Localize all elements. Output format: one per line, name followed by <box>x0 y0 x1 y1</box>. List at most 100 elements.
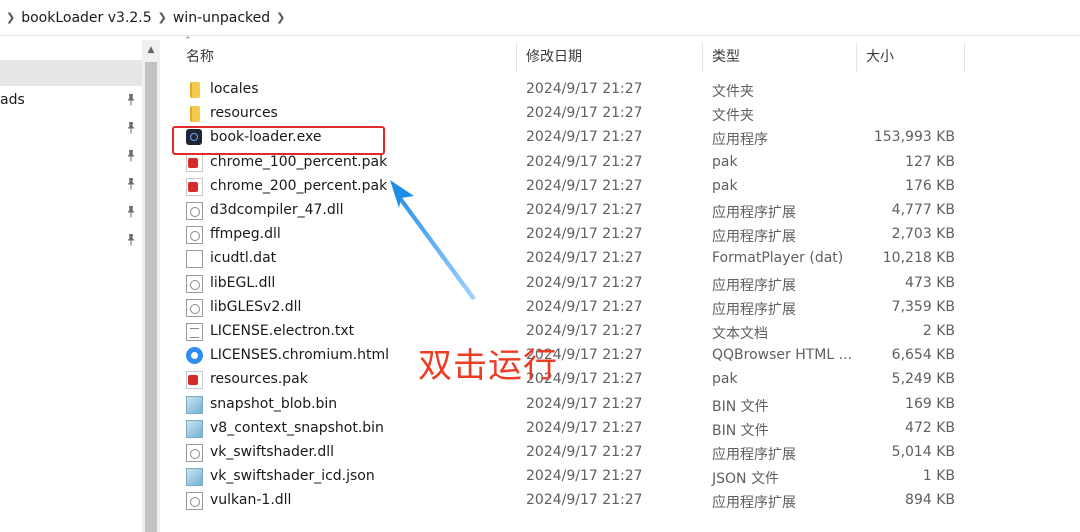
nav-item-pinned[interactable] <box>0 146 142 170</box>
breadcrumb-item[interactable]: bookLoader v3.2.5 <box>21 10 151 26</box>
file-row[interactable]: vk_swiftshader_icd.json 2024/9/17 21:27 JS… <box>160 465 1080 489</box>
annotation-label: 双击运行 <box>418 346 558 386</box>
file-name[interactable]: libGLESv2.dll <box>210 299 301 315</box>
file-name[interactable]: LICENSE.electron.txt <box>210 323 354 339</box>
pin-icon <box>127 94 135 106</box>
file-name[interactable]: libEGL.dll <box>210 275 275 291</box>
dll-icon <box>186 298 203 317</box>
file-name[interactable]: ffmpeg.dll <box>210 226 281 242</box>
file-name[interactable]: chrome_200_percent.pak <box>210 178 387 194</box>
file-type: pak <box>712 371 738 388</box>
scroll-up-arrow-icon[interactable]: ▲ <box>142 42 160 58</box>
file-row[interactable]: LICENSES.chromium.html 2024/9/17 21:27 QQB… <box>160 344 1080 368</box>
column-divider[interactable] <box>964 42 965 72</box>
file-name[interactable]: chrome_100_percent.pak <box>210 154 387 170</box>
sort-ascending-icon: ⌃ <box>184 36 192 46</box>
file-name[interactable]: vulkan-1.dll <box>210 492 291 508</box>
column-divider[interactable] <box>516 42 517 72</box>
file-size: 2,703 KB <box>891 226 955 243</box>
file-size: 2 KB <box>922 323 955 339</box>
file-size: 10,218 KB <box>882 250 955 267</box>
file-type: FormatPlayer (dat) <box>712 250 844 267</box>
file-row[interactable]: v8_context_snapshot.bin 2024/9/17 21:27 BI… <box>160 417 1080 441</box>
file-row[interactable]: libGLESv2.dll 2024/9/17 21:27 应用程序扩展 7,359 … <box>160 296 1080 320</box>
dll-icon <box>186 226 203 245</box>
file-date: 2024/9/17 21:27 <box>526 226 643 243</box>
file-size: 176 KB <box>905 177 955 194</box>
dll-icon <box>186 274 203 293</box>
nav-item-quick-access[interactable]: ads <box>0 90 142 114</box>
file-icon <box>186 250 203 269</box>
nav-item-label: ads <box>0 92 25 108</box>
file-date: 2024/9/17 21:27 <box>526 323 643 339</box>
file-name[interactable]: vk_swiftshader.dll <box>210 444 334 460</box>
column-header-size[interactable]: 大小 <box>866 40 894 74</box>
column-header-type[interactable]: 类型 <box>712 40 740 74</box>
dll-icon <box>186 444 203 462</box>
file-date: 2024/9/17 21:27 <box>526 274 643 291</box>
file-row[interactable]: libEGL.dll 2024/9/17 21:27 应用程序扩展 473 KB <box>160 272 1080 296</box>
pak-icon <box>186 177 203 196</box>
file-size: 6,654 KB <box>891 347 955 364</box>
text-file-icon <box>186 323 203 341</box>
file-type: 应用程序扩展 <box>712 229 796 246</box>
column-header-date[interactable]: 修改日期 <box>526 40 582 74</box>
column-header-row: 名称 修改日期 类型 大小 <box>160 40 1080 74</box>
nav-scrollbar-thumb[interactable] <box>145 62 157 532</box>
file-type: 应用程序扩展 <box>712 205 796 221</box>
file-row[interactable]: chrome_200_percent.pak 2024/9/17 21:27 pak… <box>160 175 1080 199</box>
file-row[interactable]: vk_swiftshader.dll 2024/9/17 21:27 应用程序扩展 5… <box>160 441 1080 465</box>
nav-item-pinned[interactable] <box>0 230 142 254</box>
column-divider[interactable] <box>702 42 703 72</box>
nav-item-selected[interactable] <box>0 60 142 86</box>
file-date: 2024/9/17 21:27 <box>526 492 643 509</box>
file-type: 文件夹 <box>712 84 754 100</box>
chevron-right-icon[interactable]: ❯ <box>158 11 167 24</box>
nav-item-pinned[interactable] <box>0 174 142 198</box>
file-name[interactable]: resources <box>210 105 278 121</box>
file-row[interactable]: vulkan-1.dll 2024/9/17 21:27 应用程序扩展 894 KB <box>160 489 1080 513</box>
file-row[interactable]: snapshot_blob.bin 2024/9/17 21:27 BIN 文件 16… <box>160 393 1080 417</box>
column-divider[interactable] <box>856 42 857 72</box>
file-name[interactable]: locales <box>210 81 259 97</box>
file-date: 2024/9/17 21:27 <box>526 153 643 170</box>
file-row[interactable]: icudtl.dat 2024/9/17 21:27 FormatPlayer (d… <box>160 247 1080 271</box>
folder-icon <box>190 106 200 123</box>
file-size: 473 KB <box>905 274 955 291</box>
file-name[interactable]: LICENSES.chromium.html <box>210 347 389 363</box>
file-type: 应用程序扩展 <box>712 447 796 463</box>
file-name[interactable]: icudtl.dat <box>210 250 276 266</box>
chevron-right-icon[interactable]: ❯ <box>276 11 285 24</box>
file-row[interactable]: resources.pak 2024/9/17 21:27 pak 5,249 KB <box>160 368 1080 392</box>
file-row[interactable]: LICENSE.electron.txt 2024/9/17 21:27 文本文档 2… <box>160 320 1080 344</box>
folder-icon <box>190 82 200 98</box>
bin-icon <box>186 468 203 487</box>
file-size: 894 KB <box>905 492 955 509</box>
file-name[interactable]: resources.pak <box>210 371 308 387</box>
file-type: JSON 文件 <box>712 471 779 488</box>
file-type: 应用程序扩展 <box>712 495 796 512</box>
file-date: 2024/9/17 21:27 <box>526 105 643 122</box>
file-row[interactable]: ffmpeg.dll 2024/9/17 21:27 应用程序扩展 2,703 KB <box>160 223 1080 247</box>
bin-icon <box>186 419 203 438</box>
file-size: 169 KB <box>905 395 955 412</box>
file-type: pak <box>712 177 738 194</box>
file-size: 7,359 KB <box>891 298 955 315</box>
file-name[interactable]: snapshot_blob.bin <box>210 396 337 412</box>
file-date: 2024/9/17 21:27 <box>526 395 643 412</box>
nav-item-pinned[interactable] <box>0 202 142 226</box>
chevron-right-icon[interactable]: ❯ <box>6 11 15 24</box>
dll-icon <box>186 202 203 220</box>
file-row[interactable]: locales 2024/9/17 21:27 文件夹 <box>160 78 1080 102</box>
pin-icon <box>127 234 135 246</box>
navigation-pane: ads ▲ <box>0 40 160 532</box>
file-name[interactable]: v8_context_snapshot.bin <box>210 420 384 436</box>
nav-item-pinned[interactable] <box>0 118 142 142</box>
file-row[interactable]: d3dcompiler_47.dll 2024/9/17 21:27 应用程序扩展 4… <box>160 199 1080 223</box>
file-name[interactable]: d3dcompiler_47.dll <box>210 202 344 218</box>
file-name[interactable]: vk_swiftshader_icd.json <box>210 468 375 484</box>
file-date: 2024/9/17 21:27 <box>526 81 643 97</box>
breadcrumb-item[interactable]: win-unpacked <box>173 10 270 26</box>
pak-icon <box>186 153 203 172</box>
file-row[interactable]: resources 2024/9/17 21:27 文件夹 <box>160 102 1080 126</box>
